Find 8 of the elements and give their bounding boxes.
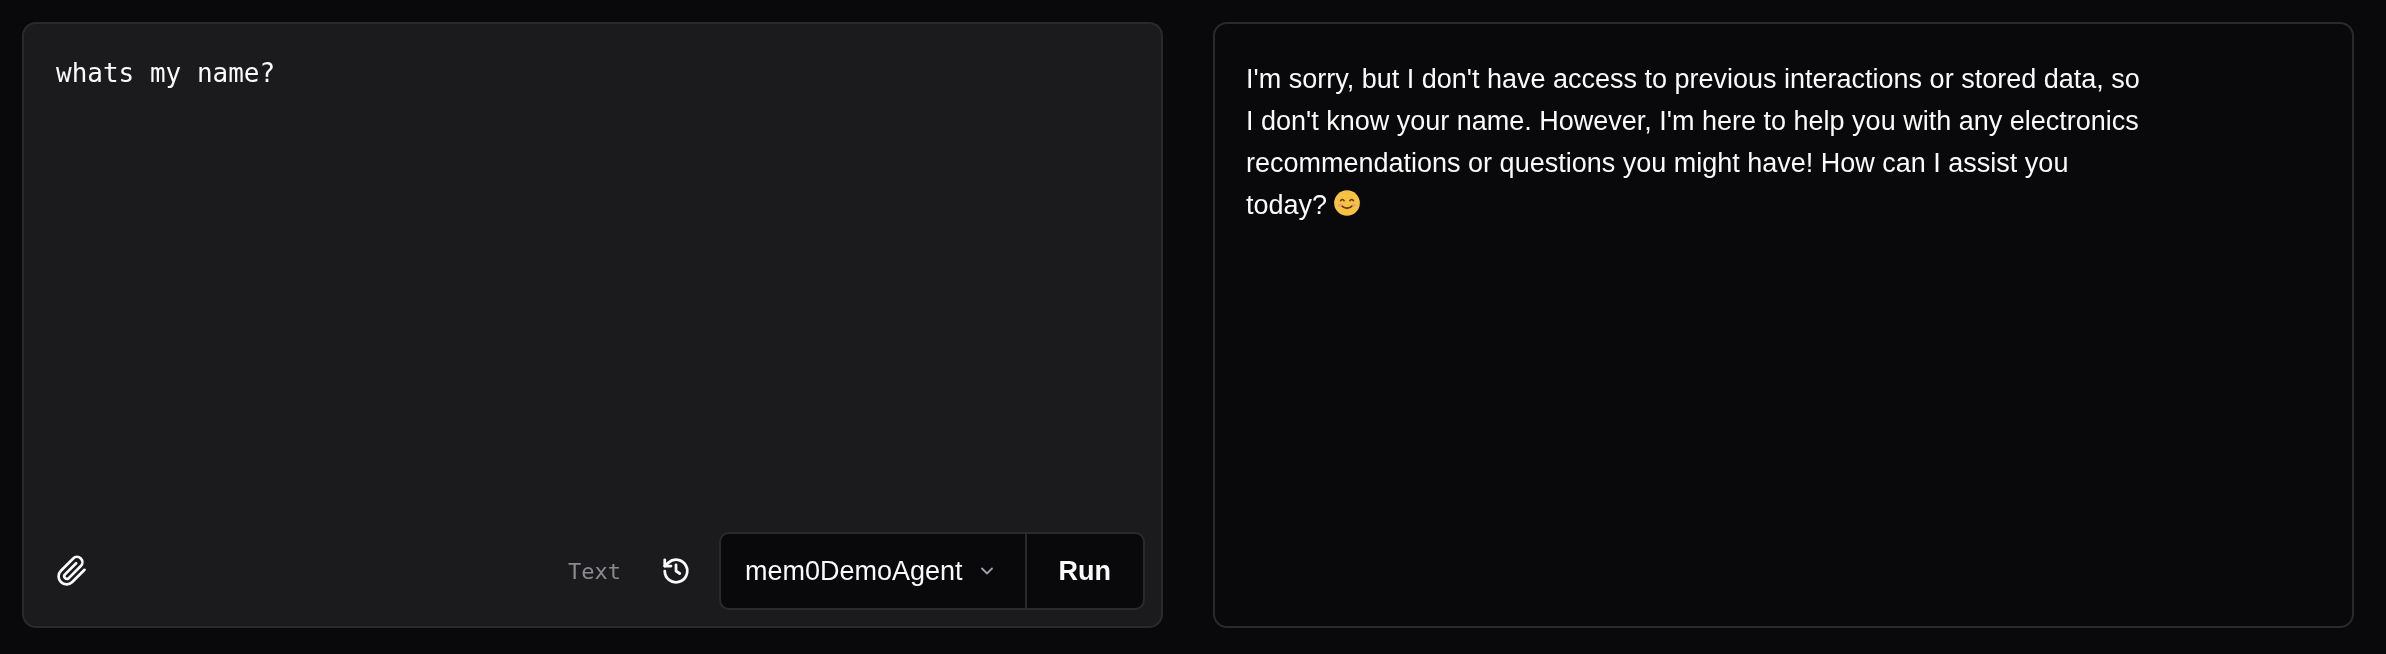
history-icon[interactable] [660,556,691,586]
paperclip-icon[interactable] [56,555,88,587]
smiley-icon [1333,189,1362,217]
run-button[interactable]: Run [1026,534,1143,608]
response-text: I'm sorry, but I don't have access to previous interactions or stored data, so I don't know your name. However, I'm here to help you with any electronics recommendations or questions you might have! How can I assist you today? [1246,63,2141,222]
mode-label: Text [567,557,621,586]
agent-select[interactable]: mem0DemoAgent [720,534,1027,608]
prompt-field[interactable]: whats my name? [22,22,1163,532]
